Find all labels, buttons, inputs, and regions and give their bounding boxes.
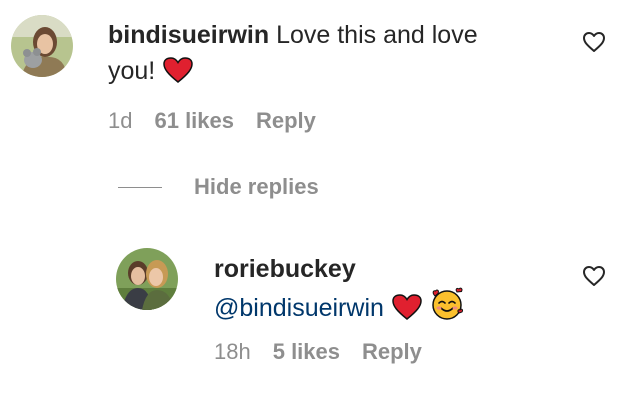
heart-outline-icon [583,32,605,52]
reply-username[interactable]: roriebuckey [214,255,356,283]
avatar[interactable] [11,15,73,77]
hide-replies-label: Hide replies [194,174,319,199]
avatar-photo [116,248,178,310]
comment-time[interactable]: 1d [108,108,132,134]
reply-button[interactable]: Reply [362,339,422,365]
comment-text-line2: you! [108,57,156,85]
comment-meta: 1d 61 likes Reply [108,106,316,136]
reply-time[interactable]: 18h [214,339,251,365]
reply-text: roriebuckey @bindisueirwin [214,251,574,331]
comment-text: bindisueirwin Love this and love you! [108,17,528,94]
hide-replies-button[interactable]: Hide replies [118,174,319,200]
red-heart-emoji [391,293,423,331]
avatar[interactable] [116,248,178,310]
comment-likes[interactable]: 61 likes [154,108,234,134]
reply-likes[interactable]: 5 likes [273,339,340,365]
comment-username[interactable]: bindisueirwin [108,21,269,49]
mention-link[interactable]: @bindisueirwin [214,294,384,322]
avatar-photo [11,15,73,77]
comment-text-line1: Love this and love [276,21,478,49]
heart-outline-icon [583,266,605,286]
replies-divider-line [118,186,162,188]
smiling-face-with-hearts-emoji [430,287,464,331]
reply-meta: 18h 5 likes Reply [214,337,422,367]
reply-button[interactable]: Reply [256,108,316,134]
red-heart-emoji [162,56,194,94]
like-button[interactable] [582,31,606,58]
like-button[interactable] [582,265,606,292]
